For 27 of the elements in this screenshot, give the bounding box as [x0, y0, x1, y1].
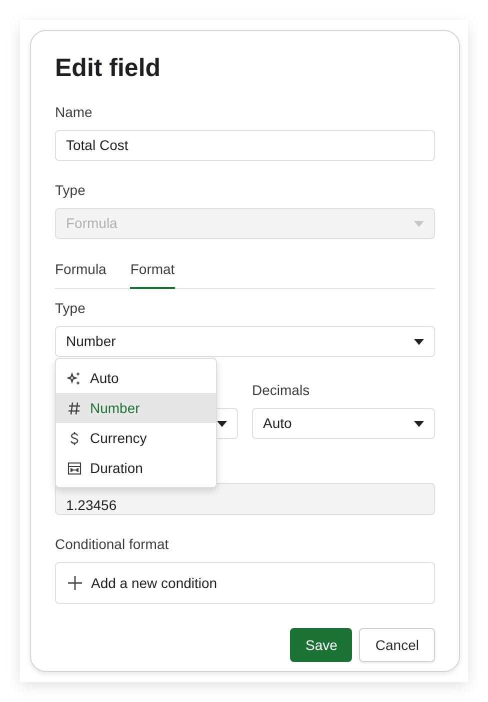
dialog-title: Edit field	[55, 53, 162, 84]
preview-field: 1.23456	[55, 483, 435, 515]
caret-icon	[414, 220, 424, 226]
menu-option[interactable]: Number	[56, 393, 216, 423]
cancel-button[interactable]: Cancel	[359, 628, 435, 662]
tab[interactable]: Format	[130, 259, 175, 289]
caret-icon	[217, 420, 227, 426]
menu-option[interactable]: Currency	[56, 423, 216, 453]
hash-icon	[67, 400, 82, 416]
caret-icon	[414, 420, 424, 426]
field-label: Name	[55, 103, 94, 121]
menu-option[interactable]: Duration	[56, 453, 216, 483]
field-label: Type	[55, 299, 86, 317]
caret-icon	[414, 338, 424, 344]
field-label: Decimals	[252, 381, 311, 399]
add-condition-button[interactable]: Add a new condition	[55, 562, 435, 604]
format-type-select[interactable]: Number	[55, 326, 435, 357]
field-label: Type	[55, 181, 86, 199]
sparkle-icon	[67, 370, 82, 386]
plus-icon	[68, 576, 82, 590]
name-input[interactable]: Total Cost	[55, 130, 435, 161]
field-label: Conditional format	[55, 535, 170, 553]
save-button[interactable]: Save	[290, 628, 352, 662]
decimals-select[interactable]: Auto	[252, 408, 435, 439]
menu-option[interactable]: Auto	[56, 363, 216, 393]
duration-icon	[67, 460, 82, 476]
tab[interactable]: Formula	[55, 259, 106, 289]
